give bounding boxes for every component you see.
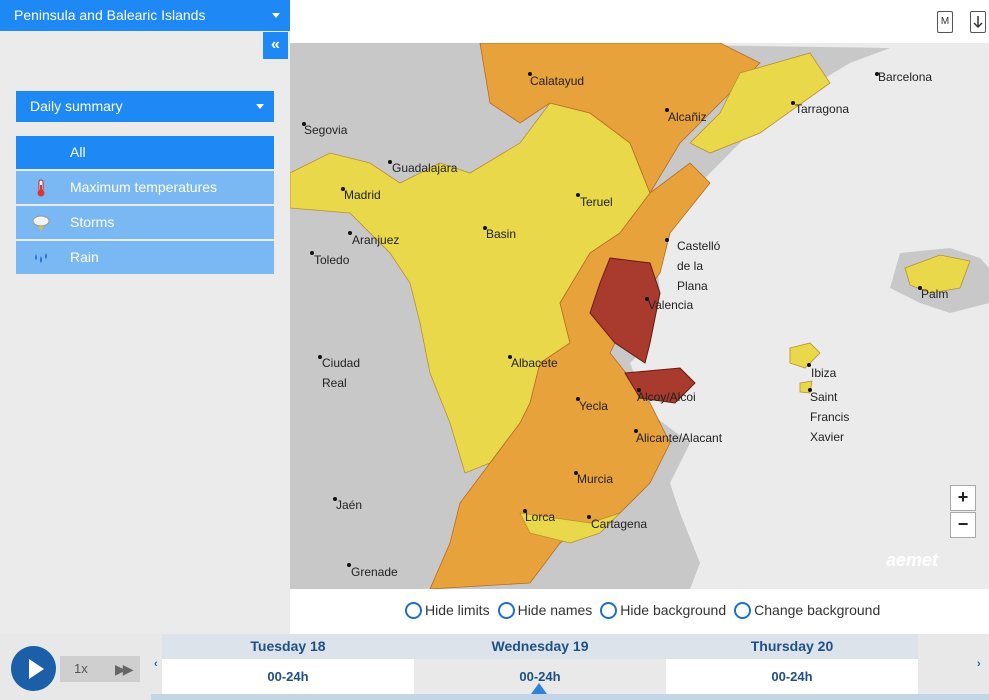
change-background-checkbox[interactable]	[734, 601, 752, 619]
filter-rain[interactable]: Rain	[16, 241, 274, 274]
day-tuesday[interactable]: Tuesday 18 00-24h	[162, 634, 414, 694]
city-label: Ibiza	[811, 366, 837, 380]
timeline-next-button[interactable]: ›	[977, 658, 981, 670]
play-button[interactable]	[11, 646, 56, 691]
summary-select[interactable]: Daily summary	[16, 91, 274, 122]
download-icon[interactable]	[970, 11, 986, 33]
day-thursday[interactable]: Thursday 20 00-24h	[666, 634, 918, 694]
day-label: Tuesday 18	[162, 634, 414, 659]
chevron-down-icon	[256, 104, 264, 109]
city-label: Murcia	[577, 472, 614, 486]
city-label: Grenade	[351, 565, 398, 579]
option-label: Hide background	[620, 602, 727, 618]
hide-names-checkbox[interactable]	[497, 601, 515, 619]
city-label: Cartagena	[591, 517, 648, 531]
hide-limits-checkbox[interactable]	[405, 601, 422, 619]
hide-background-checkbox[interactable]	[600, 601, 618, 619]
city-label: Valencia	[648, 298, 694, 312]
region-select-label: Peninsula and Balearic Islands	[14, 7, 206, 23]
filter-label: Rain	[70, 249, 99, 265]
fast-forward-icon[interactable]: ▶▶	[115, 661, 133, 678]
hide-limits-option[interactable]: Hide limits	[405, 600, 490, 620]
zoom-in-button[interactable]: +	[950, 485, 976, 511]
city-label: Lorca	[525, 510, 556, 524]
zoom-out-button[interactable]: −	[950, 512, 976, 538]
city-label: Guadalajara	[392, 161, 458, 175]
city-label: Basin	[486, 227, 517, 241]
city-label: Palm	[921, 287, 949, 301]
timeline: 1x ▶▶ ‹ › Tuesday 18 00-24h Wednesday 19…	[0, 634, 989, 700]
city-label: Yecla	[579, 399, 608, 413]
day-label: Wednesday 19	[414, 634, 666, 659]
city-label: Saint Francis Xavier	[810, 390, 850, 444]
city-label: Teruel	[580, 195, 613, 209]
chevron-down-icon	[272, 13, 280, 18]
timeline-track[interactable]	[151, 694, 989, 700]
hide-background-option[interactable]: Hide background	[600, 600, 726, 620]
option-label: Hide limits	[425, 602, 490, 618]
hide-names-option[interactable]: Hide names	[497, 600, 593, 620]
filter-label: Storms	[70, 214, 115, 230]
filter-storms[interactable]: Storms	[16, 206, 274, 239]
change-background-option[interactable]: Change background	[734, 600, 880, 620]
filter-maximum-temperatures[interactable]: Maximum temperatures	[16, 171, 274, 204]
map-canvas	[290, 43, 989, 589]
city-label: Segovia	[304, 123, 348, 137]
timeline-prev-button[interactable]: ‹	[154, 658, 158, 670]
city-label: Jaén	[336, 498, 363, 512]
aemet-logo: aemet	[886, 550, 939, 570]
document-icon[interactable]: M	[937, 11, 953, 33]
timeline-marker[interactable]	[531, 683, 547, 694]
map-options: Hide limits Hide names Hide background C…	[405, 600, 880, 620]
city-label: Calatayud	[530, 74, 585, 88]
city-label: Albacete	[511, 356, 558, 370]
city-label: Tarragona	[795, 102, 850, 116]
filter-label: All	[70, 144, 86, 160]
day-label: Thursday 20	[666, 634, 918, 659]
city-label: Barcelona	[878, 70, 933, 84]
collapse-panel-button[interactable]: «	[263, 32, 288, 59]
city-label: Castelló de la Plana	[677, 239, 721, 293]
day-range[interactable]: 00-24h	[666, 659, 918, 694]
day-range[interactable]: 00-24h	[162, 659, 414, 694]
left-panel: Peninsula and Balearic Islands « Daily s…	[0, 0, 290, 634]
city-dot	[665, 238, 669, 242]
thermometer-icon	[37, 179, 45, 197]
arrow-down-icon	[973, 16, 983, 29]
city-label: Alicante/Alacant	[636, 431, 723, 445]
rain-icon	[35, 253, 47, 263]
city-label: Ciudad Real	[322, 356, 361, 390]
city-label: Alcoy/Alcoi	[637, 390, 696, 404]
city-label: Toledo	[314, 253, 350, 267]
summary-select-label: Daily summary	[30, 98, 123, 114]
city-label: Madrid	[344, 188, 381, 202]
city-label: Aranjuez	[352, 233, 400, 247]
option-label: Hide names	[517, 602, 593, 618]
filter-label: Maximum temperatures	[70, 179, 218, 195]
city-label: Alcañiz	[668, 110, 707, 124]
region-select[interactable]: Peninsula and Balearic Islands	[0, 0, 290, 31]
storm-icon	[32, 215, 50, 232]
filter-all[interactable]: All	[16, 136, 274, 169]
option-label: Change background	[754, 602, 881, 618]
warnings-map[interactable]: Calatayud Barcelona Tarragona Alcañiz Se…	[290, 43, 989, 589]
